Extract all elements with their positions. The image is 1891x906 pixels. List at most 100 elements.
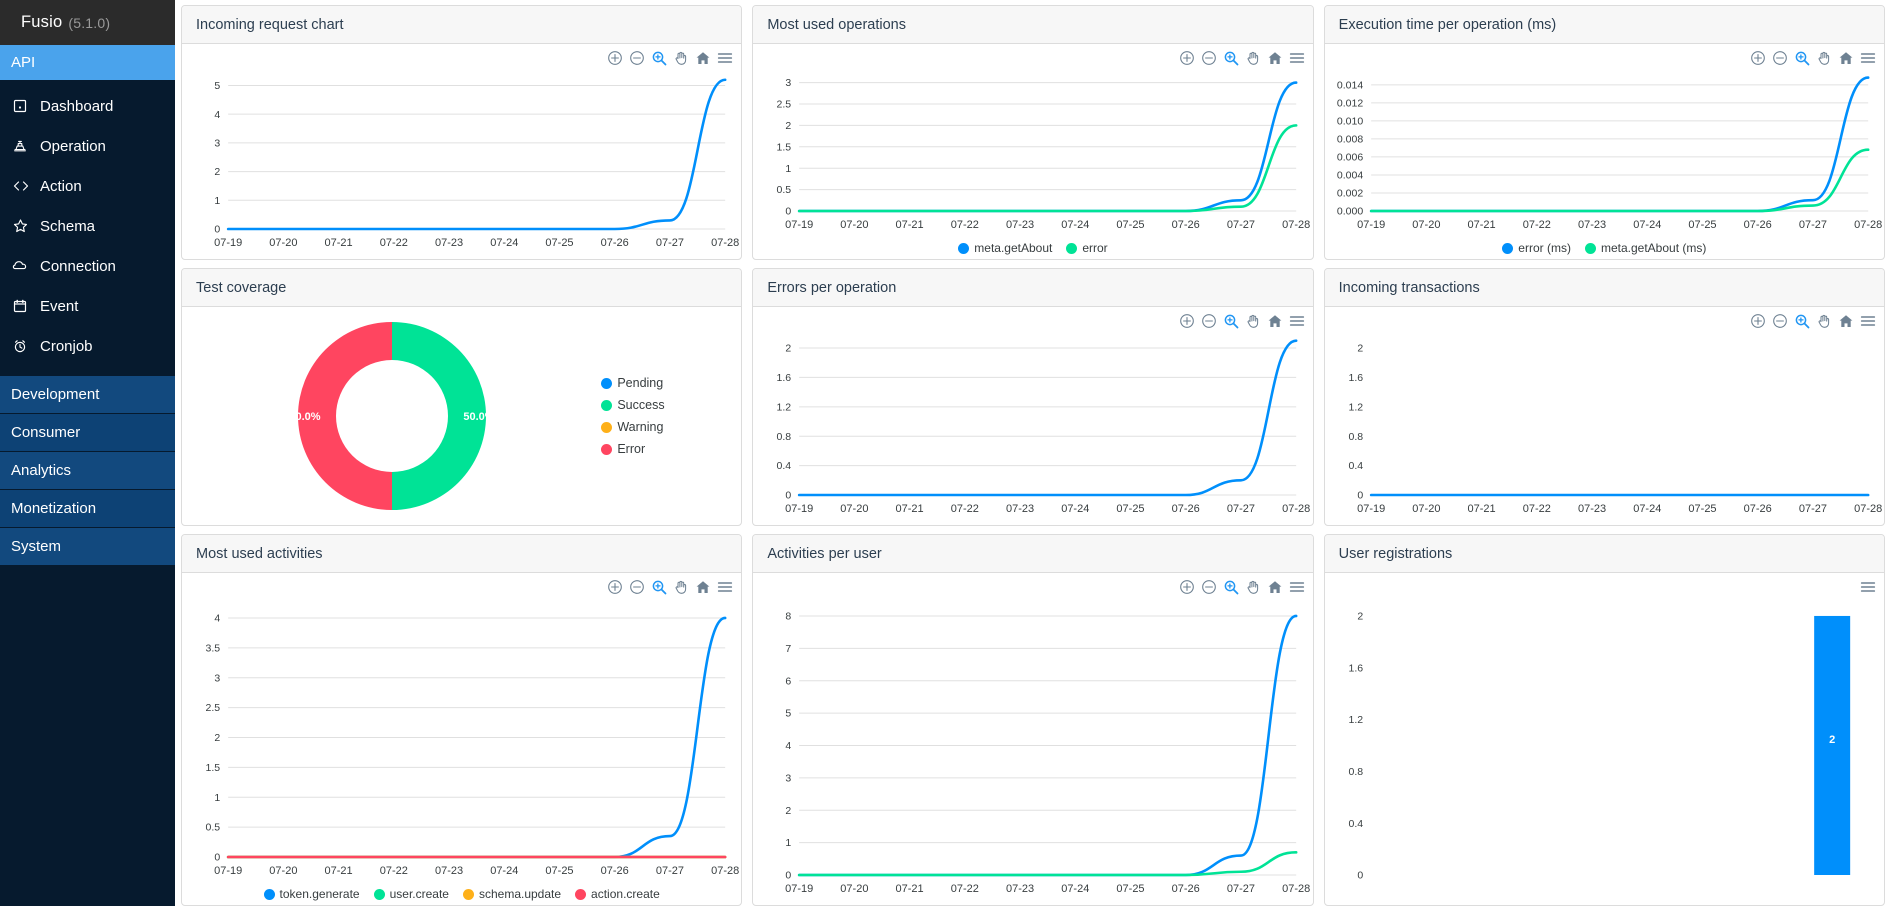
chart-toolbar[interactable] — [1179, 50, 1305, 66]
legend-item[interactable]: action.create — [575, 887, 660, 901]
legend-item[interactable]: meta.getAbout (ms) — [1584, 241, 1706, 255]
panning-icon[interactable] — [673, 579, 689, 595]
menu-icon[interactable] — [1860, 313, 1876, 329]
selection-zoom-icon[interactable] — [1223, 313, 1239, 329]
sidebar-item-dashboard[interactable]: Dashboard — [0, 86, 175, 126]
menu-icon[interactable] — [1289, 579, 1305, 595]
zoom-out-icon[interactable] — [629, 50, 645, 66]
legend-item[interactable]: meta.getAbout — [958, 241, 1052, 255]
panning-icon[interactable] — [1245, 50, 1261, 66]
x-axis-tick-label: 07-20 — [841, 883, 869, 895]
legend-marker-icon — [601, 421, 613, 433]
chart-toolbar[interactable] — [1750, 313, 1876, 329]
zoom-in-icon[interactable] — [1179, 50, 1195, 66]
zoom-out-icon[interactable] — [1201, 50, 1217, 66]
y-axis-tick-label: 5 — [214, 80, 220, 92]
card-title: Activities per user — [753, 535, 1313, 573]
sidebar-section-monetization[interactable]: Monetization — [0, 490, 175, 528]
line-chart-svg: 0 1 2 3 4 5 6 7 8 07-19 07-20 07-21 07-22 07-23 07-24 0… — [785, 611, 1310, 895]
selection-zoom-icon[interactable] — [1223, 50, 1239, 66]
selection-zoom-icon[interactable] — [1794, 50, 1810, 66]
panning-icon[interactable] — [1816, 313, 1832, 329]
chart-test-coverage[interactable]: 50.0% 50.0% Pending Success Warning Error — [182, 307, 741, 525]
home-icon[interactable] — [1267, 313, 1283, 329]
sidebar-section-development[interactable]: Development — [0, 376, 175, 414]
zoom-in-icon[interactable] — [1750, 50, 1766, 66]
menu-icon[interactable] — [1289, 50, 1305, 66]
chart-toolbar[interactable] — [1750, 50, 1876, 66]
zoom-out-icon[interactable] — [1201, 579, 1217, 595]
chart-incoming-request-chart[interactable]: 0 1 2 3 4 5 07-19 07-20 07-21 07-22 07-23 07-24 07-2… — [182, 44, 741, 259]
panning-icon[interactable] — [1245, 579, 1261, 595]
chart-toolbar[interactable] — [1860, 579, 1876, 595]
legend-item[interactable]: error — [1066, 241, 1108, 255]
home-icon[interactable] — [1267, 50, 1283, 66]
panning-icon[interactable] — [1816, 50, 1832, 66]
menu-icon[interactable] — [1860, 50, 1876, 66]
chart-user-registrations[interactable]: 0 0.4 0.8 1.2 1.6 2 2 — [1325, 573, 1884, 905]
chart-toolbar[interactable] — [1179, 579, 1305, 595]
sidebar-item-schema[interactable]: Schema — [0, 206, 175, 246]
chart-toolbar[interactable] — [1179, 313, 1305, 329]
legend-item[interactable]: Success — [601, 398, 731, 412]
selection-zoom-icon[interactable] — [1223, 579, 1239, 595]
chart-most-used-operations[interactable]: 0 0.5 1 1.5 2 2.5 3 07-19 07-20 07-21 07-22 07-23 07… — [753, 44, 1312, 259]
legend-item[interactable]: error (ms) — [1502, 241, 1571, 255]
menu-icon[interactable] — [1860, 579, 1876, 595]
zoom-out-icon[interactable] — [1772, 50, 1788, 66]
legend-item[interactable]: schema.update — [462, 887, 561, 901]
chart-incoming-transactions[interactable]: 0 0.4 0.8 1.2 1.6 2 07-19 07-20 07-21 07-22 07-23 0… — [1325, 307, 1884, 525]
legend-item[interactable]: Pending — [601, 376, 731, 390]
zoom-in-icon[interactable] — [1750, 313, 1766, 329]
chart-errors-per-operation[interactable]: 0 0.4 0.8 1.2 1.6 2 07-19 07-20 07-21 07-22 07-23 0… — [753, 307, 1312, 525]
zoom-out-icon[interactable] — [629, 579, 645, 595]
selection-zoom-icon[interactable] — [651, 50, 667, 66]
legend-item[interactable]: Warning — [601, 420, 731, 434]
panning-icon[interactable] — [1245, 313, 1261, 329]
card-title: Execution time per operation (ms) — [1324, 6, 1884, 44]
sidebar-section-consumer[interactable]: Consumer — [0, 414, 175, 452]
selection-zoom-icon[interactable] — [1794, 313, 1810, 329]
selection-zoom-icon[interactable] — [651, 579, 667, 595]
menu-icon[interactable] — [717, 579, 733, 595]
zoom-in-icon[interactable] — [607, 579, 623, 595]
sidebar-item-event[interactable]: Event — [0, 286, 175, 326]
legend-item[interactable]: Error — [601, 442, 731, 456]
x-axis-tick-label: 07-26 — [1743, 503, 1771, 515]
sidebar-section-analytics[interactable]: Analytics — [0, 452, 175, 490]
chart-most-used-activities[interactable]: 0 0.5 1 1.5 2 2.5 3 3.5 4 07-19 07-20 07-21 07-22 07-… — [182, 573, 741, 905]
zoom-out-icon[interactable] — [1201, 313, 1217, 329]
home-icon[interactable] — [695, 50, 711, 66]
home-icon[interactable] — [1267, 579, 1283, 595]
x-axis-tick-label: 07-23 — [1006, 503, 1034, 515]
home-icon[interactable] — [1838, 50, 1854, 66]
menu-icon[interactable] — [1289, 313, 1305, 329]
donut-slice-label: 50.0% — [289, 411, 320, 423]
zoom-out-icon[interactable] — [1772, 313, 1788, 329]
menu-icon[interactable] — [717, 50, 733, 66]
x-axis-tick-label: 07-19 — [214, 865, 242, 877]
sidebar-item-label: Cronjob — [40, 337, 93, 355]
sidebar-section-header-api[interactable]: API — [0, 45, 175, 80]
chart-execution-time-per-operation[interactable]: 0.000 0.002 0.004 0.006 0.008 0.010 0.012 0.014… — [1325, 44, 1884, 259]
y-axis-tick-label: 2 — [214, 166, 220, 178]
x-axis-tick-label: 07-25 — [545, 865, 573, 877]
home-icon[interactable] — [1838, 313, 1854, 329]
brand-logo[interactable]: Fusio (5.1.0) — [0, 0, 175, 45]
sidebar-item-operation[interactable]: Operation — [0, 126, 175, 166]
legend-item[interactable]: token.generate — [263, 887, 360, 901]
home-icon[interactable] — [695, 579, 711, 595]
zoom-in-icon[interactable] — [607, 50, 623, 66]
panning-icon[interactable] — [673, 50, 689, 66]
zoom-in-icon[interactable] — [1179, 313, 1195, 329]
legend-marker-icon — [263, 888, 275, 900]
sidebar-item-cronjob[interactable]: Cronjob — [0, 326, 175, 366]
legend-item[interactable]: user.create — [373, 887, 449, 901]
chart-activities-per-user[interactable]: 0 1 2 3 4 5 6 7 8 07-19 07-20 07-21 07-22 07-23 07-24 0… — [753, 573, 1312, 905]
chart-toolbar[interactable] — [607, 579, 733, 595]
zoom-in-icon[interactable] — [1179, 579, 1195, 595]
sidebar-section-system[interactable]: System — [0, 528, 175, 566]
chart-toolbar[interactable] — [607, 50, 733, 66]
sidebar-item-action[interactable]: Action — [0, 166, 175, 206]
sidebar-item-connection[interactable]: Connection — [0, 246, 175, 286]
